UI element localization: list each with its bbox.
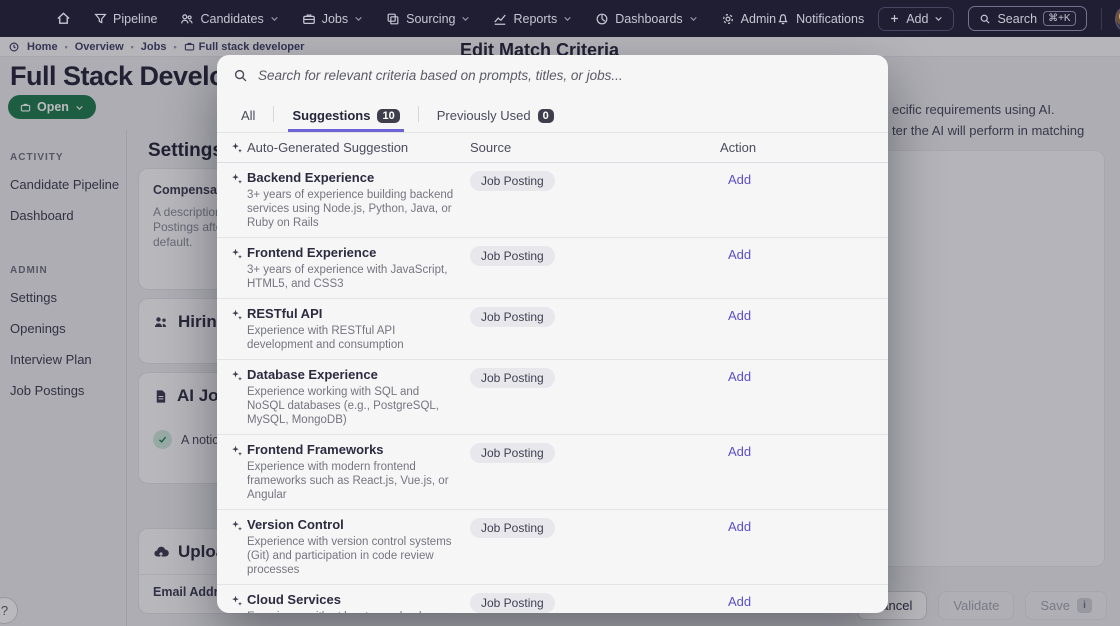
search-icon [979,13,991,25]
nav-item-jobs[interactable]: Jobs [302,12,363,26]
suggestion-title: Database Experience [247,367,378,382]
nav-item-admin[interactable]: Admin [721,12,776,26]
source-badge: Job Posting [470,307,555,327]
suggestion-row: Backend Experience 3+ years of experience… [217,163,888,238]
top-nav: A Pipeline Candidates Jobs Sourcing [0,0,1120,37]
suggestion-row: Version Control Experience with version c… [217,510,888,585]
modal-search-row [217,55,888,95]
chevron-down-icon [270,14,279,23]
suggestion-title: Frontend Frameworks [247,442,384,457]
suggestion-title: Cloud Services [247,592,341,607]
gear-icon [721,12,735,26]
notifications-button[interactable]: Notifications [776,12,864,26]
header-suggestion: Auto-Generated Suggestion [247,140,409,155]
nav-item-candidates[interactable]: Candidates [180,12,278,26]
suggestion-row: Frontend Frameworks Experience with moder… [217,435,888,510]
search-icon [233,68,248,83]
sparkles-icon [231,595,247,607]
source-badge: Job Posting [470,246,555,266]
add-criterion-link[interactable]: Add [720,369,888,384]
source-badge: Job Posting [470,368,555,388]
avatar[interactable] [1115,6,1120,31]
chart-line-icon [493,12,507,26]
chevron-down-icon [563,14,572,23]
gauge-icon [595,12,609,26]
app-window: A Pipeline Candidates Jobs Sourcing [0,0,1120,626]
suggestions-table-header: Auto-Generated Suggestion Source Action [217,133,888,163]
suggestion-desc: 3+ years of experience with JavaScript, … [247,264,448,290]
suggestion-row: Database Experience Experience working wi… [217,360,888,435]
add-button[interactable]: Add [878,6,955,31]
nav-item-dashboards[interactable]: Dashboards [595,12,697,26]
suggestion-row: Frontend Experience 3+ years of experienc… [217,238,888,299]
criteria-suggestions-modal: All Suggestions 10 Previously Used 0 Aut… [217,55,888,613]
chevron-down-icon [354,14,363,23]
suggestion-row: Cloud Services Experience with at least o… [217,585,888,613]
filter-icon [94,12,107,25]
add-criterion-link[interactable]: Add [720,594,888,609]
suggestion-title: Version Control [247,517,344,532]
sparkles-icon [231,370,247,382]
suggestions-count-badge: 10 [377,108,400,123]
add-criterion-link[interactable]: Add [720,308,888,323]
suggestion-desc: 3+ years of experience building backend … [247,189,454,229]
home-icon[interactable] [56,11,71,26]
previously-used-count-badge: 0 [537,108,554,123]
add-criterion-link[interactable]: Add [720,444,888,459]
tab-previously-used[interactable]: Previously Used 0 [433,108,558,132]
briefcase-icon [302,12,316,26]
divider [417,106,419,122]
sparkles-icon [231,248,247,260]
shortcut-badge: ⌘+K [1043,11,1076,26]
chevron-down-icon [461,14,470,23]
add-criterion-link[interactable]: Add [720,519,888,534]
suggestion-desc: Experience with RESTful API development … [247,325,404,351]
sparkles-icon [231,445,247,457]
nav-item-sourcing[interactable]: Sourcing [386,12,470,26]
add-criterion-link[interactable]: Add [720,172,888,187]
nav-item-pipeline[interactable]: Pipeline [94,12,157,26]
suggestion-desc: Experience with at least one cloud servi… [247,610,457,613]
suggestion-title: Backend Experience [247,170,375,185]
suggestion-desc: Experience with version control systems … [247,536,452,576]
tab-suggestions[interactable]: Suggestions 10 [288,108,404,132]
suggestion-row: RESTful API Experience with RESTful API d… [217,299,888,360]
stack-icon [386,12,400,26]
divider [273,106,275,122]
sparkles-icon [231,173,247,185]
suggestion-desc: Experience with modern frontend framewor… [247,461,449,501]
bell-icon [776,12,790,26]
chevron-down-icon [689,14,698,23]
header-action: Action [720,140,757,155]
criteria-search-input[interactable] [258,67,872,83]
suggestion-title: RESTful API [247,306,323,321]
source-badge: Job Posting [470,593,555,613]
add-criterion-link[interactable]: Add [720,247,888,262]
sparkles-icon [231,142,247,154]
nav-item-reports[interactable]: Reports [493,12,572,26]
global-search-button[interactable]: Search ⌘+K [968,6,1087,31]
chevron-down-icon [934,14,943,23]
plus-icon [889,13,900,24]
tab-all[interactable]: All [237,108,259,132]
source-badge: Job Posting [470,518,555,538]
source-badge: Job Posting [470,171,555,191]
suggestion-desc: Experience working with SQL and NoSQL da… [247,386,439,426]
sparkles-icon [231,309,247,321]
users-icon [180,12,194,26]
divider [1100,7,1102,30]
suggestion-title: Frontend Experience [247,245,377,260]
modal-tabs: All Suggestions 10 Previously Used 0 [217,95,888,133]
source-badge: Job Posting [470,443,555,463]
header-source: Source [470,140,512,155]
sparkles-icon [231,520,247,532]
